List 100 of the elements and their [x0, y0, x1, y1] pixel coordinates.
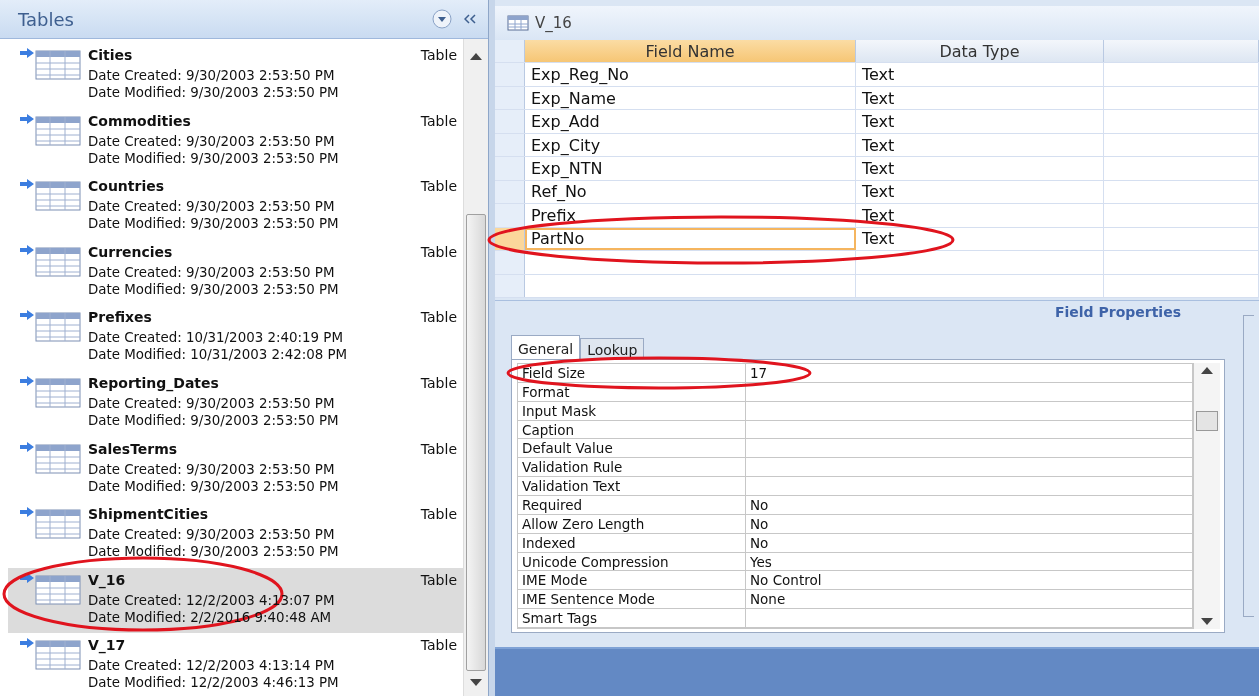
property-value[interactable]: Yes — [746, 552, 1193, 571]
table-name: Reporting_Dates — [88, 374, 219, 391]
tab[interactable]: Lookup — [580, 338, 645, 359]
section-title: Field Properties — [1054, 304, 1181, 322]
table-list-item[interactable]: Commodities Table Date Created: 9/30/2003 2:53:50 PM Date Modified: 9/30/2003 2:53:50 PM — [8, 108, 463, 175]
date-created: Date Created: 9/30/2003 2:53:50 PM — [88, 198, 336, 216]
table-name: ShipmentCities — [88, 506, 208, 523]
table-list-item[interactable]: Prefixes Table Date Created: 10/31/2003 2:40:19 PM Date Modified: 10/31/2003 2:42:08 PM — [8, 305, 463, 371]
field-name-cell[interactable]: Exp_NTN — [525, 157, 856, 180]
table-name: Prefixes — [88, 309, 152, 326]
scroll-thumb[interactable] — [1196, 411, 1218, 431]
object-type: Table — [420, 309, 457, 326]
data-type-cell[interactable]: Text — [856, 227, 1104, 251]
table-name: Countries — [88, 178, 165, 195]
property-name: Validation Rule — [518, 458, 746, 477]
date-modified: Date Modified: 9/30/2003 2:53:50 PM — [88, 84, 340, 101]
property-value[interactable]: No Control — [746, 571, 1193, 590]
scroll-down-arrow-icon[interactable] — [1201, 618, 1213, 625]
table-name: Currencies — [88, 243, 173, 260]
scroll-up-arrow-icon[interactable] — [470, 53, 482, 60]
field-name-cell[interactable]: Exp_Add — [525, 110, 856, 133]
double-chevron-icon — [464, 14, 476, 24]
table-arrow-icon — [18, 440, 82, 475]
table-arrow-icon — [18, 243, 82, 278]
data-type-cell[interactable]: Text — [856, 86, 1104, 110]
date-modified: Date Modified: 9/30/2003 2:53:50 PM — [88, 280, 340, 298]
table-arrow-icon — [18, 309, 82, 344]
property-name: IME Mode — [518, 571, 746, 590]
date-created: Date Created: 9/30/2003 2:53:50 PM — [88, 394, 336, 412]
table-list-item[interactable]: V_17 Table Date Created: 12/2/2003 4:13:14 PM Date Modified: 12/2/2003 4:46:13 PM — [8, 633, 463, 696]
property-name: Caption — [518, 420, 746, 439]
scroll-up-arrow-icon[interactable] — [1201, 367, 1213, 374]
table-name: V_16 — [88, 571, 126, 588]
property-name: Allow Zero Length — [518, 514, 746, 533]
table-list-item[interactable]: Currencies Table Date Created: 9/30/2003 2:53:50 PM Date Modified: 9/30/2003 2:53:50 PM — [8, 239, 463, 306]
tab[interactable]: General — [511, 335, 581, 359]
table-list-item[interactable]: ShipmentCities Table Date Created: 9/30/2003 2:53:50 PM Date Modified: 9/30/2003 2:53:50 PM — [8, 502, 463, 568]
date-created: Date Created: 9/30/2003 2:53:50 PM — [88, 526, 336, 544]
date-created: Date Created: 9/30/2003 2:53:50 PM — [88, 67, 336, 84]
table-icon — [507, 15, 529, 31]
field-name-cell[interactable]: Exp_Name — [525, 86, 856, 110]
data-type-cell[interactable]: Text — [856, 133, 1104, 157]
object-type: Table — [420, 47, 457, 63]
date-modified: Date Modified: 10/31/2003 2:42:08 PM — [88, 346, 349, 364]
table-list-item[interactable]: Countries Table Date Created: 9/30/2003 2:53:50 PM Date Modified: 9/30/2003 2:53:50 PM — [8, 174, 463, 240]
field-name-cell[interactable]: Ref_No — [525, 180, 856, 204]
data-type-cell[interactable]: Text — [856, 180, 1104, 204]
property-name: Input Mask — [518, 401, 746, 420]
date-modified: Date Modified: 12/2/2003 4:46:13 PM — [88, 674, 340, 692]
table-name: SalesTerms — [88, 440, 178, 457]
property-name: IME Sentence Mode — [518, 590, 746, 609]
data-type-cell[interactable]: Text — [856, 157, 1104, 180]
property-name: Default Value — [518, 439, 746, 458]
date-modified: Date Modified: 9/30/2003 2:53:50 PM — [88, 215, 340, 233]
property-value[interactable]: No — [746, 496, 1193, 514]
property-value[interactable]: No — [746, 514, 1193, 533]
property-name: Format — [518, 382, 746, 401]
property-name: Smart Tags — [518, 609, 746, 628]
data-type-cell[interactable]: Text — [856, 63, 1104, 86]
property-name: Validation Text — [518, 477, 746, 495]
date-modified: Date Modified: 9/30/2003 2:53:50 PM — [88, 411, 340, 429]
object-type: Table — [420, 374, 457, 391]
table-arrow-icon — [18, 112, 82, 147]
dropdown-icon — [432, 9, 452, 29]
property-name: Field Size — [518, 364, 746, 382]
field-name-cell[interactable]: Exp_City — [525, 133, 856, 157]
object-type: Table — [420, 637, 457, 654]
pane-title: Tables — [18, 8, 75, 30]
property-name: Required — [518, 496, 746, 514]
table-list-item[interactable]: Cities Table Date Created: 9/30/2003 2:53:50 PM Date Modified: 9/30/2003 2:53:50 PM — [8, 43, 463, 109]
field-name-cell[interactable]: PartNo — [525, 227, 856, 251]
object-type: Table — [420, 571, 457, 588]
select-all-corner[interactable] — [495, 40, 525, 63]
table-arrow-icon — [18, 178, 82, 213]
property-value[interactable]: 17 — [746, 364, 1193, 382]
table-list-item[interactable]: Reporting_Dates Table Date Created: 9/30/2003 2:53:50 PM Date Modified: 9/30/2003 2:53:50 PM — [8, 370, 463, 437]
property-name: Unicode Compression — [518, 552, 746, 571]
scroll-down-arrow-icon[interactable] — [470, 679, 482, 686]
object-type: Table — [420, 506, 457, 523]
object-type: Table — [420, 178, 457, 195]
table-list-item[interactable]: SalesTerms Table Date Created: 9/30/2003 2:53:50 PM Date Modified: 9/30/2003 2:53:50 PM — [8, 436, 463, 503]
table-name: Cities — [88, 47, 133, 63]
table-name: Commodities — [88, 112, 191, 129]
table-arrow-icon — [18, 637, 82, 672]
date-created: Date Created: 9/30/2003 2:53:50 PM — [88, 460, 336, 478]
date-created: Date Created: 9/30/2003 2:53:50 PM — [88, 132, 336, 150]
field-name-cell[interactable]: Exp_Reg_No — [525, 63, 856, 86]
date-created: Date Created: 9/30/2003 2:53:50 PM — [88, 263, 336, 281]
object-type: Table — [420, 440, 457, 457]
property-value[interactable]: None — [746, 590, 1193, 609]
column-header: Field Name — [525, 40, 856, 63]
table-arrow-icon — [18, 47, 82, 81]
data-type-cell[interactable]: Text — [856, 204, 1104, 227]
date-modified: Date Modified: 2/2/2016 9:40:48 AM — [88, 608, 333, 626]
field-name-cell[interactable]: Prefix — [525, 204, 856, 227]
scroll-thumb[interactable] — [466, 214, 486, 671]
data-type-cell[interactable]: Text — [856, 110, 1104, 133]
property-value[interactable]: No — [746, 533, 1193, 552]
object-type: Table — [420, 112, 457, 129]
property-name: Indexed — [518, 533, 746, 552]
